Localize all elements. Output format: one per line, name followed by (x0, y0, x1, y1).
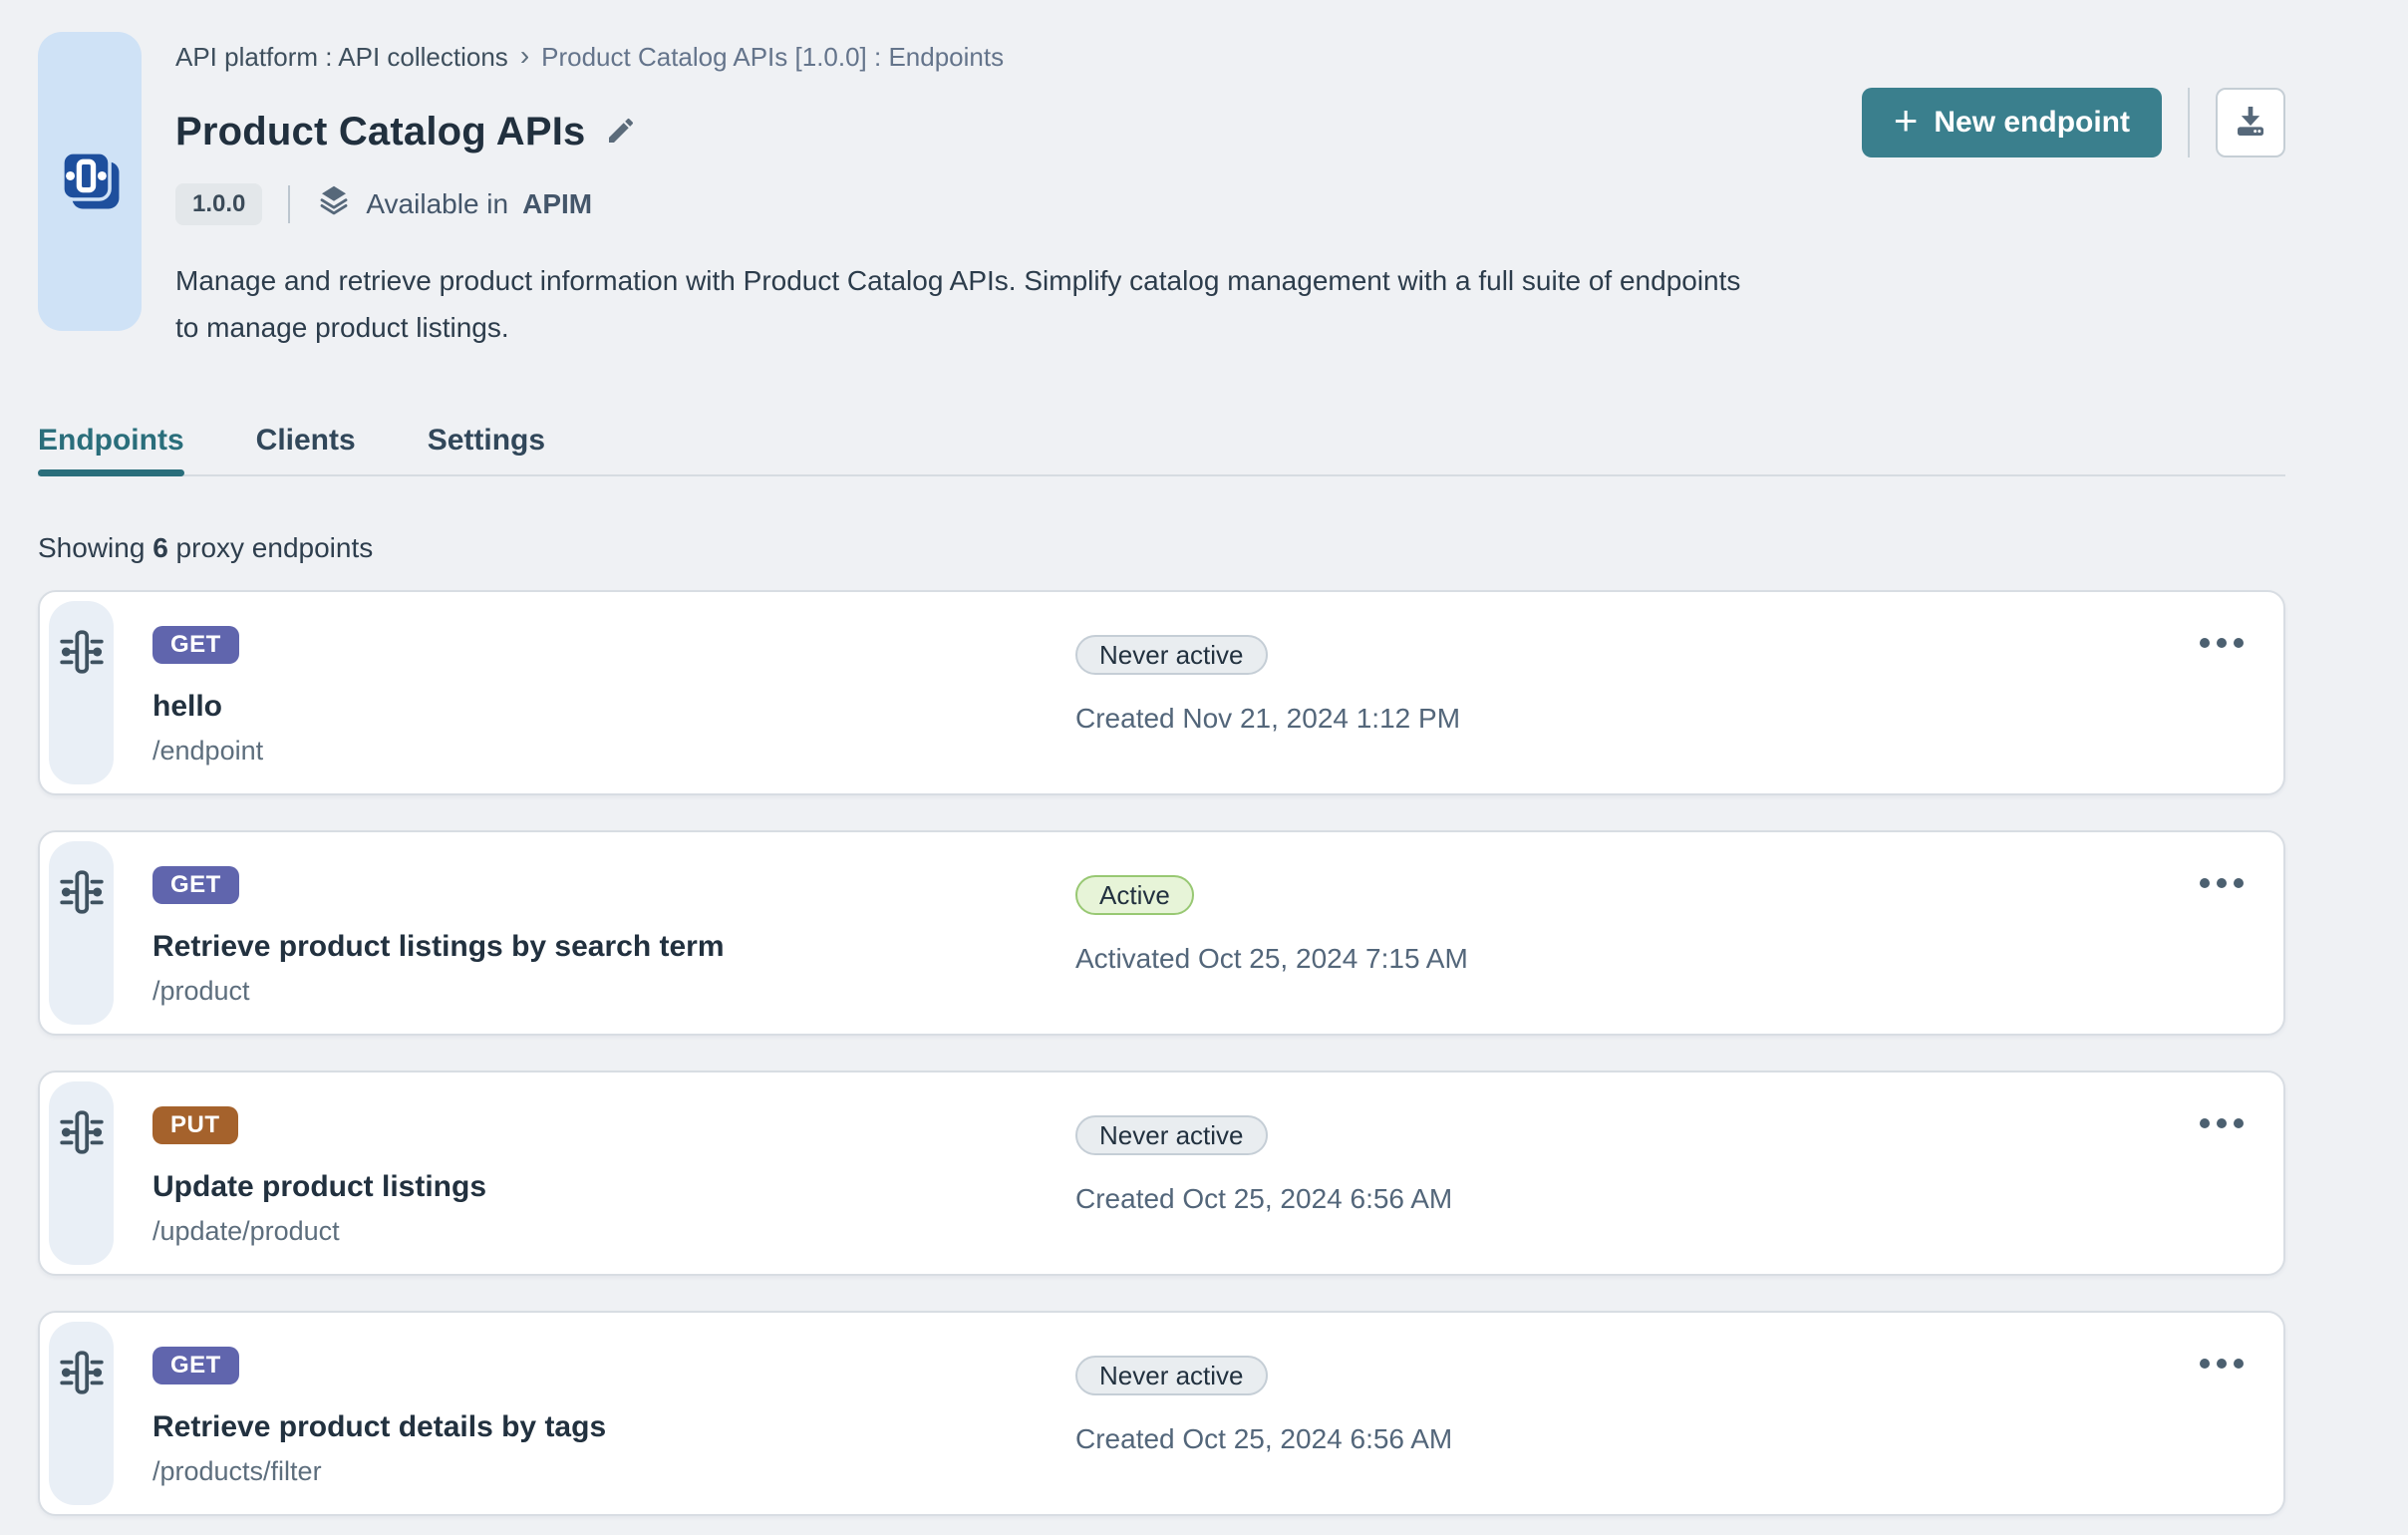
card-rail (49, 841, 114, 1025)
card-content: GET Retrieve product details by tags /pr… (152, 1313, 606, 1514)
status-timestamp: Created Nov 21, 2024 1:12 PM (1075, 703, 1461, 734)
endpoint-path: /product (152, 976, 250, 1006)
more-options-button[interactable] (2194, 632, 2250, 654)
summary-suffix: proxy endpoints (175, 532, 374, 563)
pencil-icon (605, 115, 637, 150)
availability-target: APIM (522, 187, 593, 219)
card-status: Never active Created Oct 25, 2024 6:56 A… (1075, 1115, 1452, 1215)
header-actions: + New endpoint (1861, 88, 2285, 157)
status-badge: Never active (1075, 1356, 1268, 1395)
vertical-divider (2188, 88, 2190, 157)
card-status: Active Activated Oct 25, 2024 7:15 AM (1075, 875, 1468, 975)
endpoint-name: hello (152, 690, 223, 723)
new-endpoint-button[interactable]: + New endpoint (1861, 88, 2162, 157)
api-proxy-stack-icon (57, 147, 123, 217)
endpoint-name: Update product listings (152, 1170, 487, 1203)
summary-count: 6 (152, 532, 168, 563)
endpoint-list: GET hello /endpoint Never active Created… (38, 590, 2285, 1516)
endpoint-name: Retrieve product listings by search term (152, 930, 725, 963)
tab-settings[interactable]: Settings (428, 423, 545, 474)
card-content: GET Retrieve product listings by search … (152, 832, 725, 1034)
tab-clients[interactable]: Clients (256, 423, 356, 474)
page-title: Product Catalog APIs (175, 110, 586, 154)
more-options-button[interactable] (2194, 872, 2250, 894)
method-badge: GET (152, 626, 239, 664)
api-header: API platform : API collections › Product… (38, 32, 2285, 351)
card-rail (49, 1322, 114, 1505)
status-timestamp: Created Oct 25, 2024 6:56 AM (1075, 1423, 1453, 1454)
method-badge: GET (152, 866, 239, 904)
endpoint-card[interactable]: GET Retrieve product listings by search … (38, 830, 2285, 1036)
endpoint-name: Retrieve product details by tags (152, 1410, 607, 1443)
status-badge: Never active (1075, 635, 1268, 675)
tab-endpoints[interactable]: Endpoints (38, 423, 184, 476)
endpoint-card[interactable]: GET hello /endpoint Never active Created… (38, 590, 2285, 795)
vertical-divider (288, 184, 291, 223)
proxy-endpoint-icon (57, 627, 107, 682)
export-download-button[interactable] (2216, 88, 2285, 157)
endpoint-path: /update/product (152, 1216, 340, 1246)
version-badge: 1.0.0 (175, 182, 263, 225)
new-endpoint-label: New endpoint (1934, 106, 2130, 139)
meta-row: 1.0.0 Available in APIM (175, 182, 1862, 225)
title-row: Product Catalog APIs (175, 111, 1862, 153)
tab-bar: Endpoints Clients Settings (38, 423, 2285, 476)
status-timestamp: Activated Oct 25, 2024 7:15 AM (1075, 943, 1468, 974)
endpoint-path: /products/filter (152, 1456, 322, 1486)
card-status: Never active Created Nov 21, 2024 1:12 P… (1075, 635, 1460, 735)
layers-icon (316, 182, 352, 225)
edit-title-button[interactable] (605, 115, 637, 150)
endpoint-card[interactable]: PUT Update product listings /update/prod… (38, 1071, 2285, 1276)
breadcrumb: API platform : API collections › Product… (175, 39, 1862, 73)
card-rail (49, 601, 114, 784)
more-options-button[interactable] (2194, 1353, 2250, 1375)
status-timestamp: Created Oct 25, 2024 6:56 AM (1075, 1183, 1453, 1214)
more-options-button[interactable] (2194, 1112, 2250, 1134)
breadcrumb-current: Product Catalog APIs [1.0.0] : Endpoints (541, 42, 1005, 72)
endpoint-count-summary: Showing 6 proxy endpoints (38, 532, 2285, 564)
method-badge: GET (152, 1347, 239, 1384)
chevron-right-icon: › (519, 39, 530, 71)
card-content: GET hello /endpoint (152, 592, 263, 793)
card-content: PUT Update product listings /update/prod… (152, 1073, 486, 1274)
availability: Available in APIM (316, 182, 592, 225)
plus-icon: + (1893, 97, 1919, 144)
page: API platform : API collections › Product… (0, 0, 2408, 1516)
card-rail (49, 1081, 114, 1265)
status-badge: Never active (1075, 1115, 1268, 1155)
download-icon (2231, 102, 2270, 145)
card-status: Never active Created Oct 25, 2024 6:56 A… (1075, 1356, 1452, 1455)
api-description: Manage and retrieve product information … (175, 265, 1741, 343)
proxy-endpoint-icon (57, 1107, 107, 1162)
summary-prefix: Showing (38, 532, 146, 563)
breadcrumb-parent-link[interactable]: API platform : API collections (175, 42, 508, 73)
method-badge: PUT (152, 1106, 238, 1144)
proxy-endpoint-icon (57, 867, 107, 922)
proxy-endpoint-icon (57, 1348, 107, 1402)
header-main: API platform : API collections › Product… (175, 32, 1862, 351)
api-collection-tile (38, 32, 142, 331)
endpoint-path: /endpoint (152, 736, 264, 766)
availability-prefix: Available in (366, 187, 509, 219)
status-badge: Active (1075, 875, 1194, 915)
endpoint-card[interactable]: GET Retrieve product details by tags /pr… (38, 1311, 2285, 1516)
